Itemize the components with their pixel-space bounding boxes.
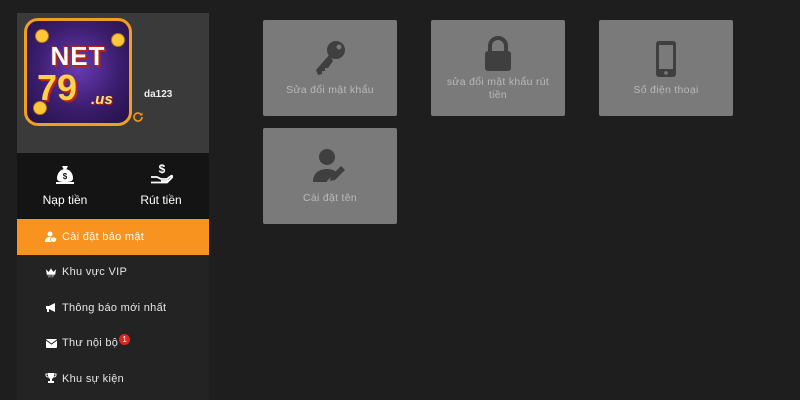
card-label: Cài đặt tên xyxy=(302,192,358,204)
user-shield-icon xyxy=(45,231,57,243)
withdraw-button[interactable]: $ Rút tiền xyxy=(113,163,209,219)
sidebar-menu: Cài đặt bảo mật VIP Khu vực VIP Thông bá… xyxy=(17,219,209,397)
trophy-icon xyxy=(45,373,57,385)
sidebar-item-label: Thông báo mới nhất xyxy=(62,301,167,314)
money-bag-icon: $ xyxy=(56,166,74,184)
logo-text-num: 79 xyxy=(37,67,78,108)
deposit-label: Nạp tiền xyxy=(42,193,88,207)
sidebar-item-inbox[interactable]: Thư nội bộ 1 xyxy=(17,326,209,362)
card-label: sửa đổi mật khẩu rút tiền xyxy=(446,76,550,101)
card-label: Sửa đổi mật khẩu xyxy=(286,84,374,96)
sidebar-item-label: Khu vực VIP xyxy=(62,266,128,279)
withdraw-label: Rút tiền xyxy=(140,193,182,207)
sidebar: NET 79 .us da123 $ Nạp tiền $ Rút tiền C… xyxy=(17,13,209,400)
key-icon xyxy=(316,41,345,75)
change-withdraw-password-card[interactable]: sửa đổi mật khẩu rút tiền xyxy=(431,20,565,116)
username: da123 xyxy=(144,89,173,100)
sidebar-item-announcements[interactable]: Thông báo mới nhất xyxy=(17,290,209,326)
refresh-icon[interactable] xyxy=(132,111,144,123)
vip-crown-icon: VIP xyxy=(45,266,57,278)
sidebar-item-vip[interactable]: VIP Khu vực VIP xyxy=(17,255,209,291)
phone-number-card[interactable]: Số điện thoại xyxy=(599,20,733,116)
mobile-phone-icon xyxy=(656,41,676,77)
megaphone-icon xyxy=(45,302,57,314)
svg-text:$: $ xyxy=(159,163,166,176)
sidebar-item-label: Khu sự kiện xyxy=(62,372,125,385)
wallet-actions: $ Nạp tiền $ Rút tiền xyxy=(17,153,209,219)
set-name-card[interactable]: Cài đặt tên xyxy=(263,128,397,224)
unread-badge: 1 xyxy=(119,333,131,345)
user-edit-icon xyxy=(313,149,345,182)
logo-text-us: .us xyxy=(91,91,113,108)
svg-text:VIP: VIP xyxy=(48,274,55,277)
sidebar-item-events[interactable]: Khu sự kiện xyxy=(17,361,209,397)
card-label: Số điện thoại xyxy=(633,84,699,96)
lock-icon xyxy=(485,36,511,71)
sidebar-item-label: Cài đặt bảo mật xyxy=(62,230,145,243)
net79-logo: NET 79 .us xyxy=(24,18,132,126)
deposit-button[interactable]: $ Nạp tiền xyxy=(17,163,113,219)
profile-panel: NET 79 .us da123 xyxy=(17,13,209,153)
hand-money-icon: $ xyxy=(151,163,173,184)
envelope-icon xyxy=(45,337,57,349)
change-password-card[interactable]: Sửa đổi mật khẩu xyxy=(263,20,397,116)
sidebar-item-label: Thư nội bộ xyxy=(62,337,119,350)
svg-text:$: $ xyxy=(63,172,68,181)
sidebar-item-security-settings[interactable]: Cài đặt bảo mật xyxy=(17,219,209,255)
